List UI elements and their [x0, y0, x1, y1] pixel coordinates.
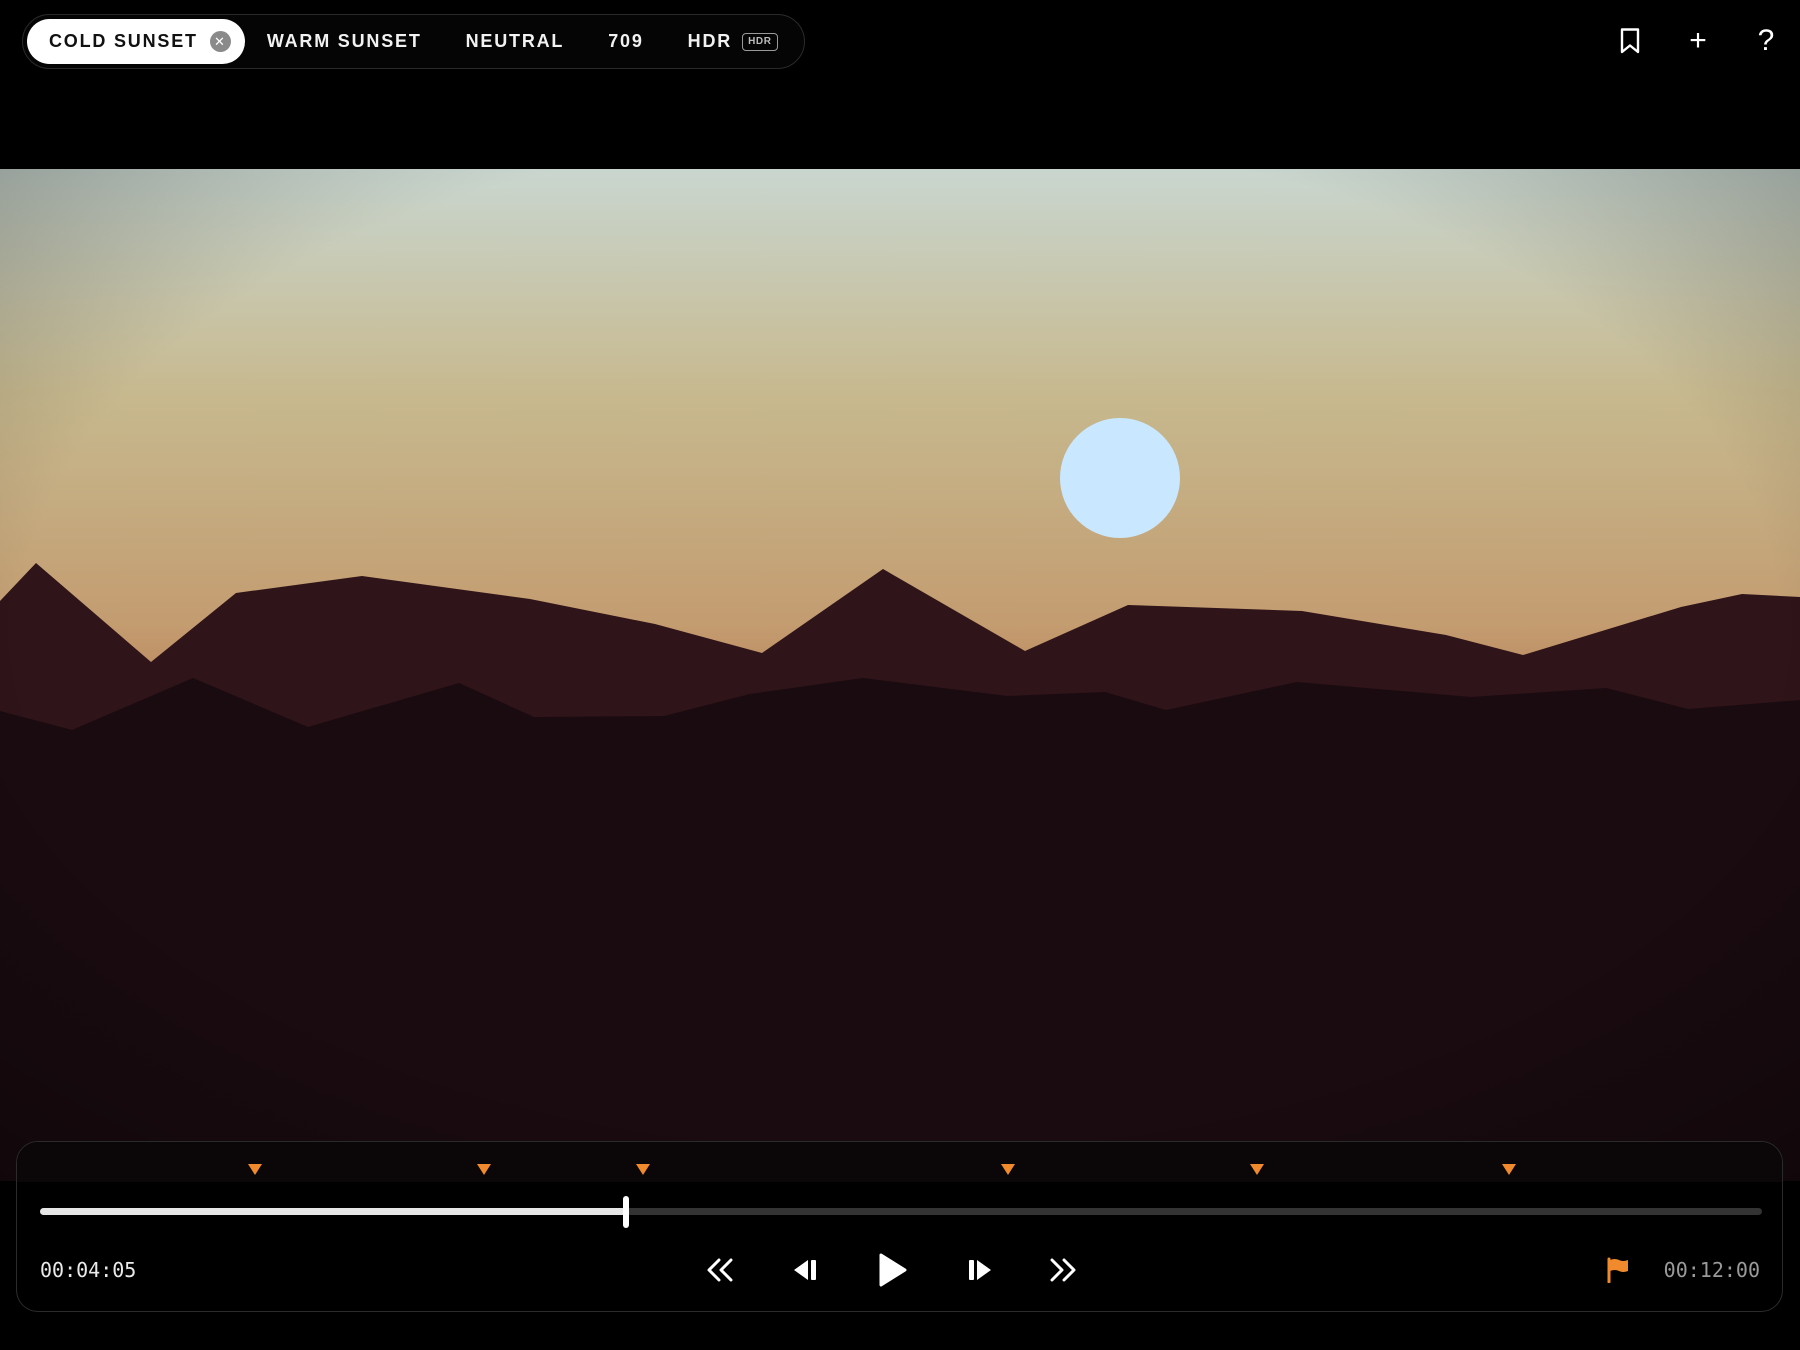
fast-forward-button[interactable] — [1038, 1245, 1088, 1295]
hdr-badge: HDR — [742, 32, 778, 51]
lut-preset-group: COLD SUNSET ✕ WARM SUNSET NEUTRAL 709 HD… — [22, 14, 805, 69]
help-icon: ? — [1757, 24, 1775, 57]
bookmark-icon — [1620, 28, 1640, 54]
timeline-marker[interactable] — [1250, 1164, 1265, 1175]
top-actions: + ? — [1596, 18, 1800, 64]
double-chevron-left-icon — [707, 1258, 733, 1282]
play-icon — [879, 1253, 907, 1287]
rewind-button[interactable] — [695, 1245, 745, 1295]
timeline-marker[interactable] — [1000, 1164, 1015, 1175]
add-button[interactable]: + — [1664, 18, 1732, 64]
total-duration: 00:12:00 — [1663, 1258, 1760, 1282]
vignette — [0, 169, 1800, 1181]
double-chevron-right-icon — [1050, 1258, 1076, 1282]
play-button[interactable] — [867, 1245, 917, 1295]
preset-label: HDR — [687, 31, 733, 51]
marker-band — [17, 1142, 1782, 1182]
timeline-marker[interactable] — [477, 1164, 492, 1175]
timeline-marker[interactable] — [635, 1164, 650, 1175]
preset-warm-sunset[interactable]: WARM SUNSET — [245, 19, 444, 64]
help-button[interactable]: ? — [1732, 18, 1800, 64]
preset-label: COLD SUNSET — [49, 31, 198, 51]
preset-cold-sunset[interactable]: COLD SUNSET ✕ — [27, 19, 245, 64]
step-forward-icon — [969, 1260, 991, 1280]
video-frame[interactable] — [0, 169, 1800, 1181]
video-review-app: COLD SUNSET ✕ WARM SUNSET NEUTRAL 709 HD… — [0, 0, 1800, 1350]
preset-label: 709 — [608, 31, 644, 51]
preset-label: WARM SUNSET — [266, 31, 422, 51]
preset-709[interactable]: 709 — [586, 19, 665, 64]
playhead-handle[interactable] — [622, 1196, 629, 1228]
transport-controls — [17, 1245, 1782, 1295]
preset-hdr[interactable]: HDR HDR — [666, 19, 800, 64]
preset-neutral[interactable]: NEUTRAL — [444, 19, 587, 64]
timeline-marker[interactable] — [248, 1164, 263, 1175]
flag-button[interactable] — [1593, 1245, 1643, 1295]
add-icon: + — [1689, 24, 1707, 57]
timeline-marker[interactable] — [1501, 1164, 1516, 1175]
step-back-button[interactable] — [780, 1245, 830, 1295]
close-icon[interactable]: ✕ — [209, 31, 231, 52]
bookmark-button[interactable] — [1596, 18, 1664, 64]
step-forward-button[interactable] — [955, 1245, 1005, 1295]
timeline-progress — [40, 1208, 626, 1215]
playback-controls: 00:04:05 00:12:00 — [16, 1141, 1783, 1312]
preset-label: NEUTRAL — [465, 31, 565, 51]
timeline-scrubber[interactable] — [40, 1196, 1762, 1228]
video-image — [0, 169, 1800, 1181]
step-back-icon — [794, 1260, 816, 1280]
flag-icon — [1607, 1257, 1628, 1283]
top-bar: COLD SUNSET ✕ WARM SUNSET NEUTRAL 709 HD… — [0, 0, 1800, 84]
